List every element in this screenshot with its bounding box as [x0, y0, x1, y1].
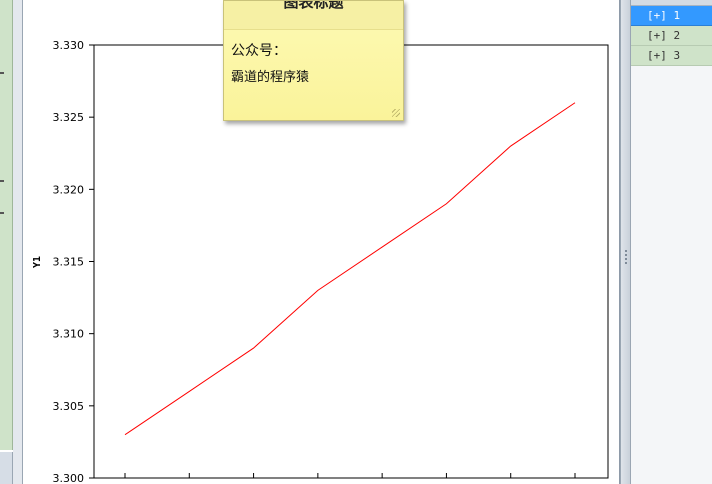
note-title: 图表标题: [283, 1, 344, 11]
series-list-item-2[interactable]: [+] 2: [631, 26, 712, 46]
series-list-item-3[interactable]: [+] 3: [631, 46, 712, 66]
left-panel-mark: [0, 180, 4, 182]
y-tick-label: 3.300: [53, 472, 85, 484]
y-tick-label: 3.320: [53, 183, 85, 196]
left-splitter[interactable]: [13, 0, 23, 484]
series-list-panel: [+] 1 [+] 2 [+] 3: [631, 0, 712, 484]
sticky-note[interactable]: 图表标题 公众号： 霸道的程序猿: [223, 0, 404, 121]
series-list-item-label: [+] 1: [647, 9, 681, 22]
left-panel: [0, 0, 13, 450]
splitter-grip-icon[interactable]: [625, 250, 627, 264]
y-tick-label: 3.315: [53, 256, 85, 269]
y-tick-label: 3.310: [53, 328, 85, 341]
series-list-item-label: [+] 2: [647, 29, 681, 42]
note-text-line: 霸道的程序猿: [231, 70, 310, 85]
series-list-item-label: [+] 3: [647, 49, 681, 62]
note-text-line: 公众号：: [231, 43, 287, 59]
left-panel-mark: [0, 72, 4, 74]
note-titlebar[interactable]: 图表标题: [224, 1, 403, 30]
series-list-item-1[interactable]: [+] 1: [631, 6, 712, 26]
y-tick-label: 3.330: [53, 39, 85, 52]
y-tick-label: 3.325: [53, 111, 85, 124]
left-panel-mark: [0, 212, 4, 214]
y-tick-label: 3.305: [53, 400, 85, 413]
series-line: [124, 102, 576, 436]
panel-splitter[interactable]: [620, 0, 631, 484]
y-axis-label: Y1: [32, 256, 43, 268]
left-bottom-panel: [0, 452, 13, 484]
resize-grip-icon[interactable]: [392, 109, 400, 117]
